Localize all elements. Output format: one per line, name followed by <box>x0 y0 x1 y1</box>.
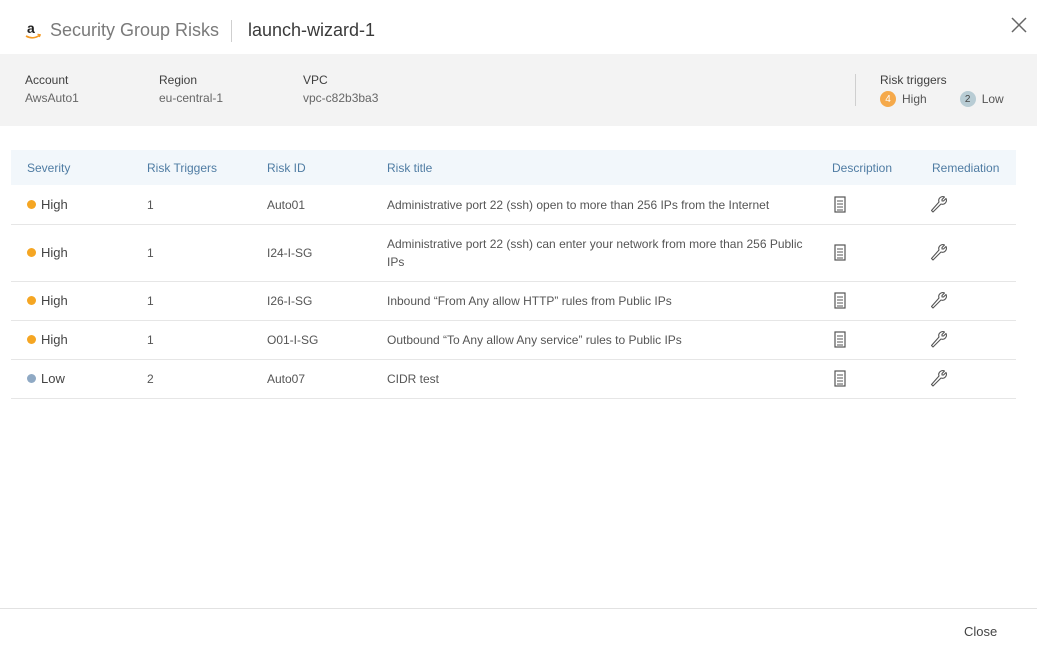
severity-cell: High <box>27 331 68 349</box>
risk-title-cell: Outbound “To Any allow Any service” rule… <box>387 333 682 347</box>
document-icon[interactable] <box>830 369 850 389</box>
vpc-field: VPC vpc-c82b3ba3 <box>303 73 378 105</box>
table-row[interactable]: High 1 Auto01 Administrative port 22 (ss… <box>11 185 1016 225</box>
severity-dot <box>27 200 36 209</box>
table-row[interactable]: High 1 O01-I-SG Outbound “To Any allow A… <box>11 321 1016 360</box>
risk-triggers-cell: 2 <box>147 372 154 386</box>
column-header-severity[interactable]: Severity <box>27 161 70 175</box>
risk-triggers-summary: Risk triggers 4 High 2 Low <box>880 73 1004 107</box>
severity-cell: Low <box>27 370 65 388</box>
risk-id-cell: Auto01 <box>267 198 306 212</box>
wrench-icon[interactable] <box>930 291 950 311</box>
document-icon[interactable] <box>830 291 850 311</box>
table-row[interactable]: High 1 I26-I-SG Inbound “From Any allow … <box>11 282 1016 321</box>
svg-text:a: a <box>27 20 35 36</box>
low-label: Low <box>981 92 1004 106</box>
risk-triggers-cell: 1 <box>147 246 154 260</box>
risk-triggers-label: Risk triggers <box>880 73 947 87</box>
dialog-header: a Security Group Risks launch-wizard-1 <box>0 0 1037 54</box>
risk-title-cell: Inbound “From Any allow HTTP” rules from… <box>387 294 672 308</box>
wrench-icon[interactable] <box>930 369 950 389</box>
risk-id-cell: Auto07 <box>267 372 306 386</box>
severity-label: High <box>41 197 68 212</box>
risk-triggers-cell: 1 <box>147 294 154 308</box>
amazon-logo-icon: a <box>25 20 41 39</box>
account-label: Account <box>25 73 69 87</box>
region-value: eu-central-1 <box>159 91 224 105</box>
risk-id-cell: I24-I-SG <box>267 246 313 260</box>
column-header-risk-id[interactable]: Risk ID <box>267 161 306 175</box>
column-header-description[interactable]: Description <box>832 161 892 175</box>
close-icon[interactable] <box>1010 16 1028 34</box>
risk-id-cell: I26-I-SG <box>267 294 313 308</box>
account-field: Account AwsAuto1 <box>25 73 79 105</box>
table-row[interactable]: High 1 I24-I-SG Administrative port 22 (… <box>11 225 1016 282</box>
high-label: High <box>902 92 927 106</box>
severity-cell: High <box>27 244 68 262</box>
vpc-value: vpc-c82b3ba3 <box>303 91 379 105</box>
severity-label: High <box>41 332 68 347</box>
risk-triggers-cell: 1 <box>147 333 154 347</box>
risk-title-cell: CIDR test <box>387 372 440 386</box>
document-icon[interactable] <box>830 243 850 263</box>
severity-dot <box>27 248 36 257</box>
risk-title-cell: Administrative port 22 (ssh) open to mor… <box>387 198 770 212</box>
account-value: AwsAuto1 <box>25 91 79 105</box>
severity-label: Low <box>41 371 65 386</box>
risk-triggers-cell: 1 <box>147 198 154 212</box>
severity-cell: High <box>27 292 68 310</box>
severity-dot <box>27 335 36 344</box>
document-icon[interactable] <box>830 195 850 215</box>
severity-label: High <box>41 245 68 260</box>
table-row[interactable]: Low 2 Auto07 CIDR test <box>11 360 1016 399</box>
footer-divider <box>0 608 1037 609</box>
column-header-risk-title[interactable]: Risk title <box>387 161 432 175</box>
risk-id-cell: O01-I-SG <box>267 333 319 347</box>
security-group-name: launch-wizard-1 <box>248 20 376 40</box>
close-button[interactable]: Close <box>958 622 1003 641</box>
table-body: High 1 Auto01 Administrative port 22 (ss… <box>11 185 1016 399</box>
risks-table: Severity Risk Triggers Risk ID Risk titl… <box>11 150 1016 399</box>
column-header-risk-triggers[interactable]: Risk Triggers <box>147 161 217 175</box>
severity-dot <box>27 374 36 383</box>
region-field: Region eu-central-1 <box>159 73 223 105</box>
severity-cell: High <box>27 196 68 214</box>
vpc-label: VPC <box>303 73 328 87</box>
table-header: Severity Risk Triggers Risk ID Risk titl… <box>11 150 1016 185</box>
high-count-badge: 4 <box>880 91 896 107</box>
region-label: Region <box>159 73 198 87</box>
risk-title-cell: Administrative port 22 (ssh) can enter y… <box>387 237 803 269</box>
severity-dot <box>27 296 36 305</box>
risk-triggers-divider <box>855 74 856 106</box>
document-icon[interactable] <box>830 330 850 350</box>
column-header-remediation[interactable]: Remediation <box>932 161 999 175</box>
low-count-badge: 2 <box>959 91 976 107</box>
severity-label: High <box>41 293 68 308</box>
wrench-icon[interactable] <box>930 330 950 350</box>
info-panel: Account AwsAuto1 Region eu-central-1 VPC… <box>0 54 1037 126</box>
wrench-icon[interactable] <box>930 243 950 263</box>
dialog-title: Security Group Risks <box>50 20 220 40</box>
title-divider <box>231 20 232 42</box>
wrench-icon[interactable] <box>930 195 950 215</box>
